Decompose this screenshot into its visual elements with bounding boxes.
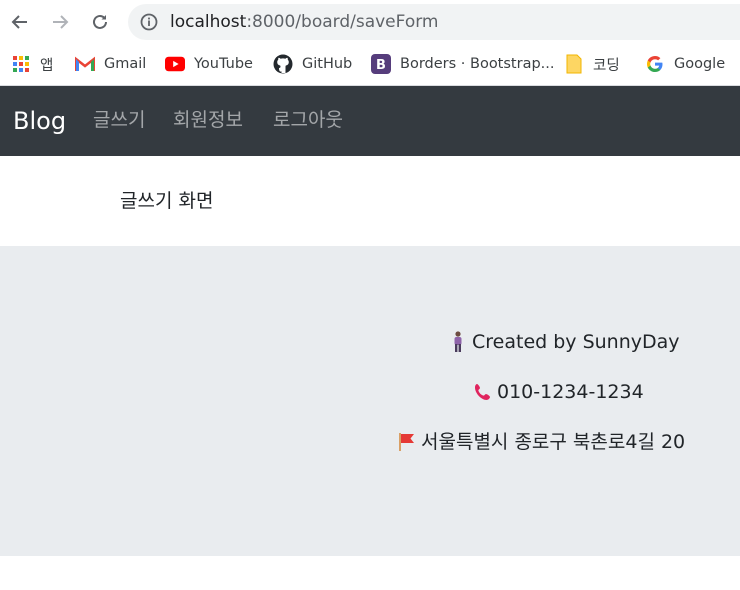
footer-created-by-text: Created by SunnyDay xyxy=(472,331,680,353)
footer-address-text: 서울특별시 종로구 북촌로4길 20 xyxy=(421,431,686,453)
bookmark-label: Borders · Bootstrap... xyxy=(400,56,555,72)
footer-address: 서울특별시 종로구 북촌로4길 20 xyxy=(397,430,685,454)
nav-link-logout[interactable]: 로그아웃 xyxy=(273,108,343,132)
bootstrap-icon: B xyxy=(371,54,391,74)
back-button[interactable] xyxy=(8,10,32,34)
bookmark-label: Gmail xyxy=(104,56,147,72)
page-title: 글쓰기 화면 xyxy=(120,190,214,212)
flag-icon xyxy=(397,431,417,453)
brand-link[interactable]: Blog xyxy=(13,106,66,136)
bookmark-label: 코딩 xyxy=(593,57,620,74)
apps-grid-icon xyxy=(11,54,31,74)
reload-button[interactable] xyxy=(88,10,112,34)
nav-link-user-info[interactable]: 회원정보 xyxy=(173,108,243,132)
bookmark-label: 앱 xyxy=(40,57,54,74)
footer-phone-text: 010-1234-1234 xyxy=(497,381,644,403)
bookmark-label: Google xyxy=(674,56,726,72)
google-icon xyxy=(645,54,665,74)
main-content: 글쓰기 화면 xyxy=(0,156,740,246)
bookmark-gmail[interactable]: Gmail xyxy=(75,53,146,75)
address-bar[interactable]: localhost:8000/board/saveForm xyxy=(128,4,740,40)
bookmark-bootstrap[interactable]: B Borders · Bootstrap... xyxy=(371,53,555,75)
svg-text:B: B xyxy=(376,58,386,73)
github-icon xyxy=(273,54,293,74)
bookmark-youtube[interactable]: YouTube xyxy=(165,53,253,75)
site-footer: Created by SunnyDay 010-1234-1234 서울특별시 … xyxy=(0,246,740,556)
site-navbar: Blog 글쓰기 회원정보 로그아웃 xyxy=(0,86,740,156)
arrow-right-icon xyxy=(53,15,69,29)
footer-phone: 010-1234-1234 xyxy=(473,380,644,404)
bookmarks-bar: 앱 Gmail YouTube GitHub B Borders · Boots… xyxy=(0,44,740,86)
gmail-icon xyxy=(75,54,95,74)
youtube-icon xyxy=(165,54,185,74)
reload-icon xyxy=(93,14,107,29)
bookmark-label: GitHub xyxy=(302,56,353,72)
bookmark-apps[interactable]: 앱 xyxy=(11,53,53,75)
footer-created-by: Created by SunnyDay xyxy=(448,330,680,354)
url-path: :8000/board/saveForm xyxy=(246,12,439,32)
bookmark-label: YouTube xyxy=(194,56,253,72)
telephone-receiver-icon xyxy=(473,381,493,403)
info-icon[interactable] xyxy=(140,13,158,31)
url-text[interactable]: localhost:8000/board/saveForm xyxy=(170,13,438,31)
bookmark-folder-coding[interactable]: 코딩 xyxy=(564,53,620,75)
person-icon xyxy=(448,331,468,353)
arrow-left-icon xyxy=(11,15,27,29)
nav-link-write[interactable]: 글쓰기 xyxy=(93,108,145,132)
bookmark-github[interactable]: GitHub xyxy=(273,53,352,75)
bookmark-google[interactable]: Google xyxy=(645,53,725,75)
folder-icon xyxy=(564,54,584,74)
forward-button[interactable] xyxy=(48,10,72,34)
browser-toolbar: localhost:8000/board/saveForm xyxy=(0,0,740,44)
url-host: localhost xyxy=(170,12,247,32)
